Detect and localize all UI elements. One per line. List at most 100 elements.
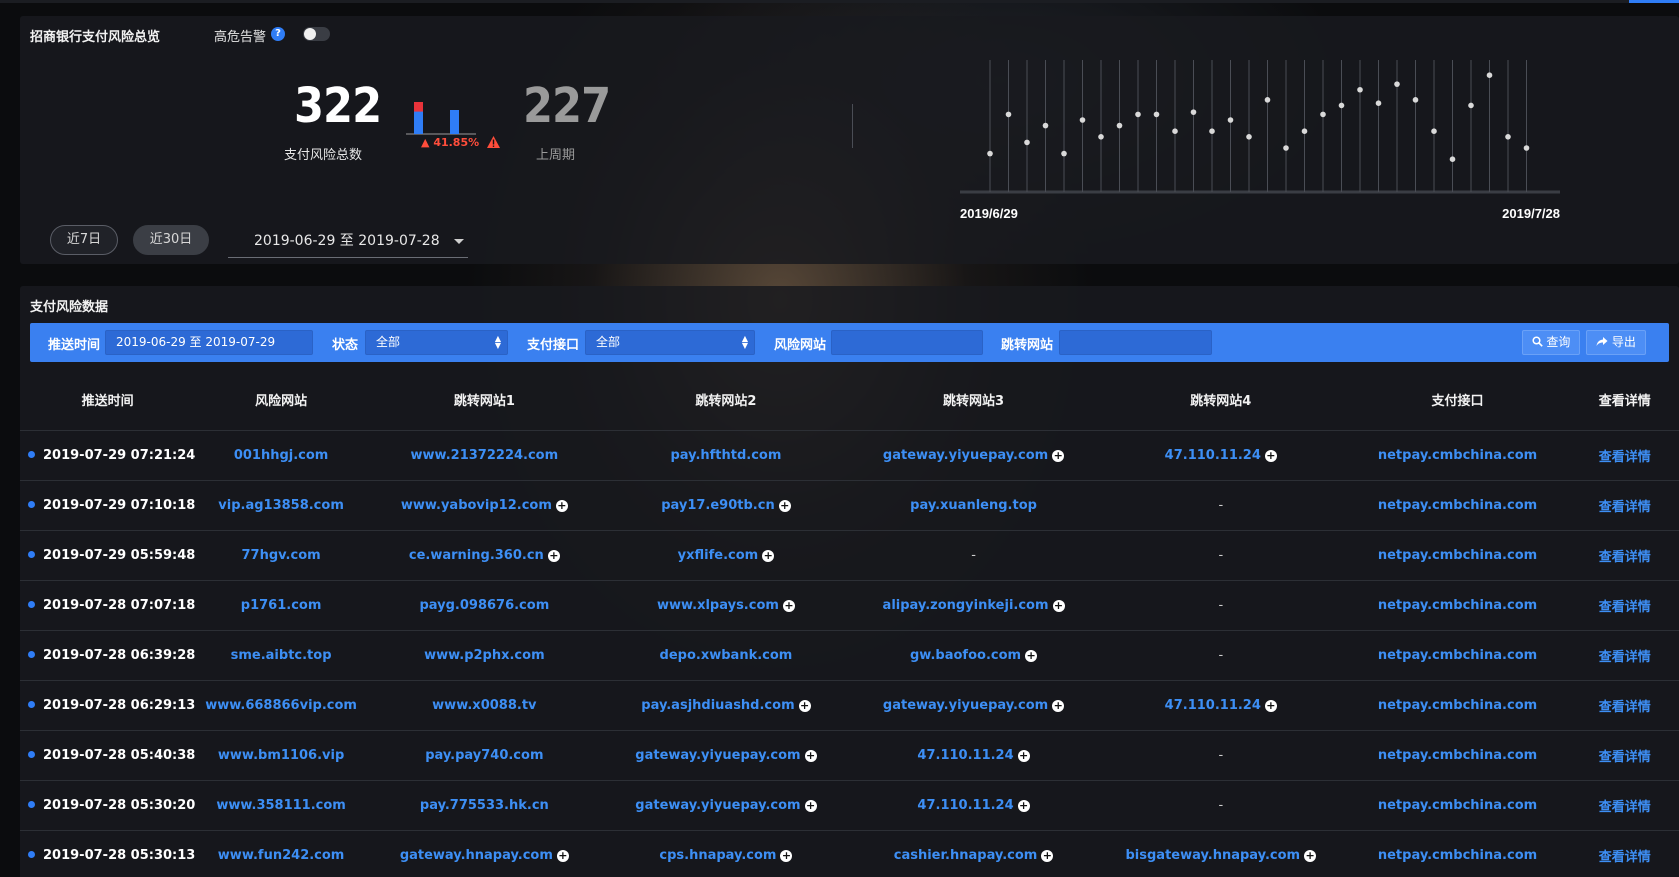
plus-circle-icon[interactable]: + — [1264, 699, 1277, 712]
site-link[interactable]: 47.110.11.24 — [1165, 698, 1261, 713]
site-link[interactable]: netpay.cmbchina.com — [1378, 848, 1537, 863]
site-link[interactable]: cashier.hnapay.com — [894, 848, 1038, 863]
site-link[interactable]: pay.asjhdiuashd.com — [641, 698, 794, 713]
view-detail-link[interactable]: 查看详情 — [1599, 650, 1651, 665]
site-link[interactable]: netpay.cmbchina.com — [1378, 498, 1537, 513]
site-link[interactable]: pay.hfthtd.com — [670, 448, 781, 463]
plus-circle-icon[interactable]: + — [1052, 449, 1065, 462]
view-detail-link[interactable]: 查看详情 — [1599, 850, 1651, 865]
plus-circle-icon[interactable]: + — [780, 849, 793, 862]
site-link[interactable]: 47.110.11.24 — [917, 798, 1013, 813]
last-30-days-button[interactable]: 近30日 — [133, 225, 209, 255]
site-link[interactable]: netpay.cmbchina.com — [1378, 648, 1537, 663]
site-link[interactable]: alipay.zongyinkeji.com — [883, 598, 1049, 613]
high-alert-toggle[interactable] — [303, 27, 330, 41]
plus-circle-icon[interactable]: + — [555, 499, 568, 512]
site-link[interactable]: www.358111.com — [216, 798, 346, 813]
site-link[interactable]: www.x0088.tv — [432, 698, 536, 713]
plus-circle-icon[interactable]: + — [1052, 699, 1065, 712]
plus-circle-icon[interactable]: + — [798, 699, 811, 712]
date-range-picker[interactable]: 2019-06-29 至 2019-07-28 — [228, 228, 468, 258]
site-link[interactable]: www.21372224.com — [411, 448, 559, 463]
site-link[interactable]: sme.aibtc.top — [231, 648, 332, 663]
site-link[interactable]: vip.ag13858.com — [218, 498, 344, 513]
site-link[interactable]: netpay.cmbchina.com — [1378, 598, 1537, 613]
interface-select[interactable]: 全部 ▲ ▼ — [585, 330, 755, 355]
last-7-days-button[interactable]: 近7日 — [50, 225, 118, 255]
status-label: 状态 — [332, 338, 359, 353]
table-cell: payg.098676.com — [366, 579, 602, 630]
timeline-point — [1357, 86, 1363, 93]
view-detail-link[interactable]: 查看详情 — [1599, 750, 1651, 765]
site-link[interactable]: pay17.e90tb.cn — [661, 498, 775, 513]
plus-circle-icon[interactable]: + — [778, 499, 791, 512]
table-cell: - — [1097, 729, 1345, 780]
plus-circle-icon[interactable]: + — [782, 599, 795, 612]
push-time-cell: 2019-07-29 07:10:18 — [20, 479, 196, 530]
plus-circle-icon[interactable]: + — [1304, 849, 1317, 862]
site-link[interactable]: gateway.yiyuepay.com — [635, 798, 800, 813]
push-time-input[interactable]: 2019-06-29 至 2019-07-29 — [105, 330, 313, 355]
site-link[interactable]: p1761.com — [241, 598, 322, 613]
plus-circle-icon[interactable]: + — [1041, 849, 1054, 862]
export-button[interactable]: 导出 — [1586, 330, 1646, 355]
risk-site-input[interactable] — [831, 330, 983, 355]
site-link[interactable]: cps.hnapay.com — [659, 848, 776, 863]
plus-circle-icon[interactable]: + — [1017, 749, 1030, 762]
site-link[interactable]: 001hhgj.com — [234, 448, 329, 463]
timeline-point — [1227, 117, 1234, 123]
site-link[interactable]: pay.775533.hk.cn — [420, 798, 549, 813]
site-link[interactable]: www.xlpays.com — [657, 598, 779, 613]
view-detail-link[interactable]: 查看详情 — [1599, 800, 1651, 815]
help-icon[interactable]: ? — [271, 27, 285, 41]
site-link[interactable]: www.bm1106.vip — [218, 748, 344, 763]
status-select[interactable]: 全部 ▲ ▼ — [365, 330, 508, 355]
site-link[interactable]: netpay.cmbchina.com — [1378, 698, 1537, 713]
plus-circle-icon[interactable]: + — [1017, 799, 1030, 812]
site-link[interactable]: gateway.yiyuepay.com — [883, 698, 1048, 713]
site-link[interactable]: gateway.hnapay.com — [400, 848, 553, 863]
site-link[interactable]: netpay.cmbchina.com — [1378, 448, 1537, 463]
plus-circle-icon[interactable]: + — [762, 549, 775, 562]
plus-circle-icon[interactable]: + — [804, 799, 817, 812]
plus-circle-icon[interactable]: + — [547, 549, 560, 562]
query-button[interactable]: 查询 — [1522, 330, 1580, 355]
site-link[interactable]: yxflife.com — [678, 548, 759, 563]
site-link[interactable]: gw.baofoo.com — [910, 648, 1021, 663]
site-link[interactable]: netpay.cmbchina.com — [1378, 548, 1537, 563]
site-link[interactable]: www.yabovip12.com — [401, 498, 552, 513]
plus-circle-icon[interactable]: + — [1264, 449, 1277, 462]
site-link[interactable]: depo.xwbank.com — [660, 648, 793, 663]
search-icon — [1532, 336, 1543, 347]
site-link[interactable]: gateway.yiyuepay.com — [883, 448, 1048, 463]
site-link[interactable]: payg.098676.com — [419, 598, 549, 613]
site-link[interactable]: netpay.cmbchina.com — [1378, 798, 1537, 813]
site-link[interactable]: bisgateway.hnapay.com — [1126, 848, 1301, 863]
table-cell: bisgateway.hnapay.com + — [1097, 829, 1345, 877]
jump-site-input[interactable] — [1059, 330, 1212, 355]
plus-circle-icon[interactable]: + — [1025, 649, 1038, 662]
site-link[interactable]: 77hgv.com — [241, 548, 320, 563]
empty-value: - — [1218, 797, 1224, 813]
empty-value: - — [1218, 547, 1224, 563]
view-detail-link[interactable]: 查看详情 — [1599, 500, 1651, 515]
site-link[interactable]: www.fun242.com — [218, 848, 345, 863]
data-panel-title: 支付风险数据 — [30, 300, 109, 315]
site-link[interactable]: 47.110.11.24 — [917, 748, 1013, 763]
view-detail-link[interactable]: 查看详情 — [1599, 700, 1651, 715]
site-link[interactable]: pay.pay740.com — [425, 748, 543, 763]
view-detail-link[interactable]: 查看详情 — [1599, 550, 1651, 565]
plus-circle-icon[interactable]: + — [556, 849, 569, 862]
site-link[interactable]: gateway.yiyuepay.com — [635, 748, 800, 763]
table-row: 2019-07-28 05:40:38 www.bm1106.vip pay.pay… — [20, 729, 1679, 780]
plus-circle-icon[interactable]: + — [804, 749, 817, 762]
site-link[interactable]: netpay.cmbchina.com — [1378, 748, 1537, 763]
site-link[interactable]: 47.110.11.24 — [1165, 448, 1261, 463]
site-link[interactable]: ce.warning.360.cn — [409, 548, 544, 563]
site-link[interactable]: www.668866vip.com — [205, 698, 357, 713]
site-link[interactable]: pay.xuanleng.top — [910, 498, 1037, 513]
view-detail-link[interactable]: 查看详情 — [1599, 450, 1651, 465]
plus-circle-icon[interactable]: + — [1052, 599, 1065, 612]
site-link[interactable]: www.p2phx.com — [424, 648, 545, 663]
view-detail-link[interactable]: 查看详情 — [1599, 600, 1651, 615]
